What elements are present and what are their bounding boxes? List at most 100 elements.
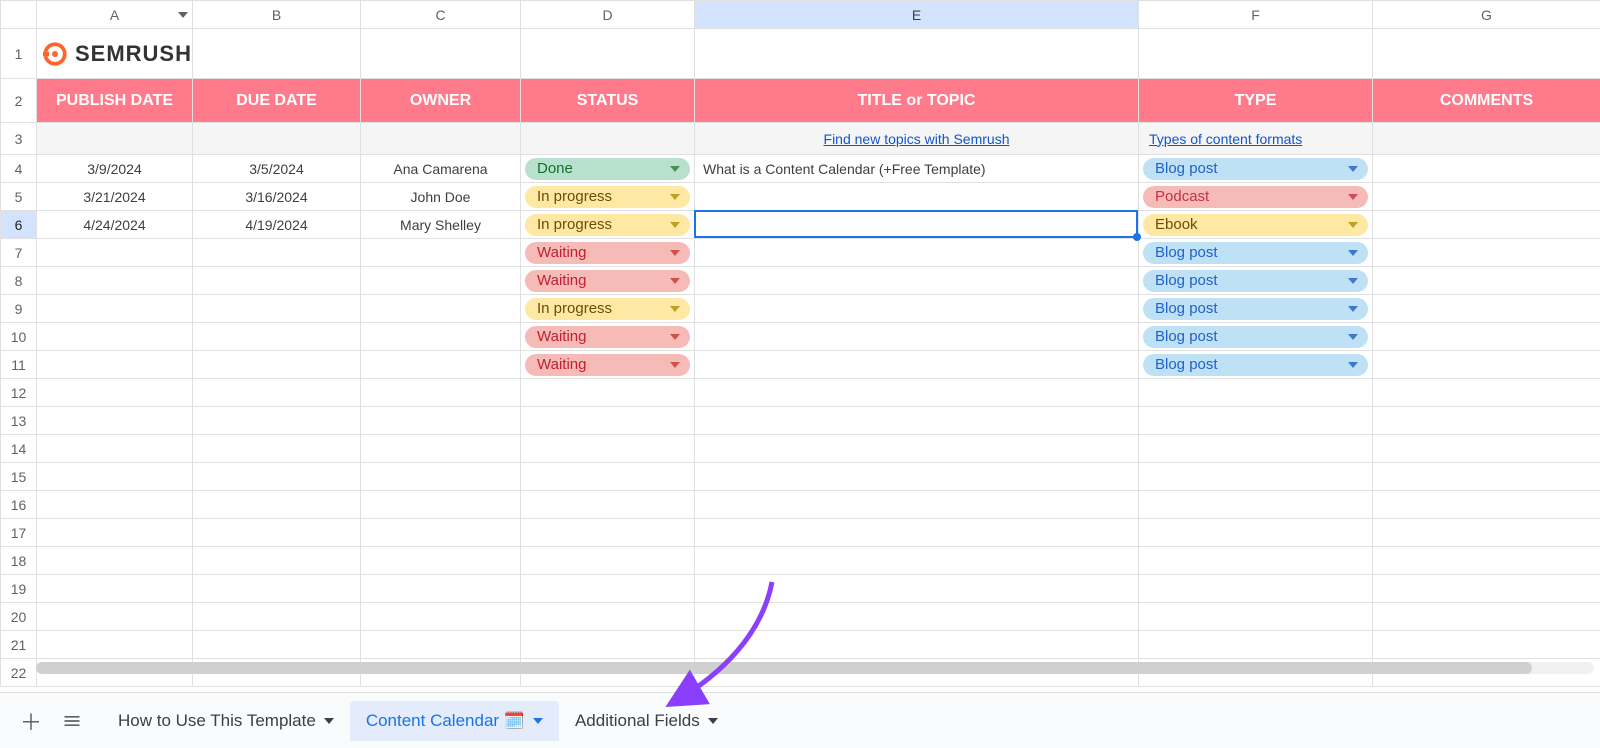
horizontal-scrollbar-track[interactable] [36, 662, 1594, 674]
cell-G16[interactable] [1373, 491, 1600, 519]
cell-C14[interactable] [361, 435, 521, 463]
add-sheet-button[interactable]: ＋ [10, 699, 52, 743]
cell-G19[interactable] [1373, 575, 1600, 603]
row-header-7[interactable]: 7 [1, 239, 37, 267]
column-dropdown-icon[interactable] [178, 12, 188, 18]
cell-C7[interactable] [361, 239, 521, 267]
cell-E1[interactable] [695, 29, 1139, 79]
cell-G11[interactable] [1373, 351, 1600, 379]
column-header-a[interactable]: A [37, 1, 193, 29]
cell-E17[interactable] [695, 519, 1139, 547]
cell-A11[interactable] [37, 351, 193, 379]
header-type[interactable]: TYPE [1139, 79, 1373, 123]
type-chip[interactable]: Podcast [1143, 186, 1368, 208]
cell-F7[interactable]: Blog post [1139, 239, 1373, 267]
cell-F14[interactable] [1139, 435, 1373, 463]
cell-A7[interactable] [37, 239, 193, 267]
cell-F8[interactable]: Blog post [1139, 267, 1373, 295]
type-chip[interactable]: Blog post [1143, 158, 1368, 180]
cell-G17[interactable] [1373, 519, 1600, 547]
column-header-c[interactable]: C [361, 1, 521, 29]
cell-D15[interactable] [521, 463, 695, 491]
cell-B5[interactable]: 3/16/2024 [193, 183, 361, 211]
cell-A13[interactable] [37, 407, 193, 435]
cell-G5[interactable] [1373, 183, 1600, 211]
cell-B13[interactable] [193, 407, 361, 435]
header-comments[interactable]: COMMENTS [1373, 79, 1600, 123]
cell-B1[interactable] [193, 29, 361, 79]
cell-C12[interactable] [361, 379, 521, 407]
cell-C13[interactable] [361, 407, 521, 435]
cell-F16[interactable] [1139, 491, 1373, 519]
row-header-17[interactable]: 17 [1, 519, 37, 547]
row-header-20[interactable]: 20 [1, 603, 37, 631]
cell-D10[interactable]: Waiting [521, 323, 695, 351]
cell-F4[interactable]: Blog post [1139, 155, 1373, 183]
cell-D19[interactable] [521, 575, 695, 603]
cell-G21[interactable] [1373, 631, 1600, 659]
header-due-date[interactable]: DUE DATE [193, 79, 361, 123]
cell-E20[interactable] [695, 603, 1139, 631]
row-header-12[interactable]: 12 [1, 379, 37, 407]
cell-G7[interactable] [1373, 239, 1600, 267]
cell-D13[interactable] [521, 407, 695, 435]
cell-F11[interactable]: Blog post [1139, 351, 1373, 379]
cell-C5[interactable]: John Doe [361, 183, 521, 211]
cell-D16[interactable] [521, 491, 695, 519]
row-header-6[interactable]: 6 [1, 211, 37, 239]
cell-D3[interactable] [521, 123, 695, 155]
cell-B8[interactable] [193, 267, 361, 295]
status-chip[interactable]: Waiting [525, 270, 690, 292]
cell-D18[interactable] [521, 547, 695, 575]
cell-E19[interactable] [695, 575, 1139, 603]
row-header-19[interactable]: 19 [1, 575, 37, 603]
cell-C6[interactable]: Mary Shelley [361, 211, 521, 239]
cell-A6[interactable]: 4/24/2024 [37, 211, 193, 239]
cell-A15[interactable] [37, 463, 193, 491]
cell-F15[interactable] [1139, 463, 1373, 491]
horizontal-scrollbar-thumb[interactable] [36, 662, 1532, 674]
cell-E9[interactable] [695, 295, 1139, 323]
cell-B21[interactable] [193, 631, 361, 659]
cell-B7[interactable] [193, 239, 361, 267]
row-header-10[interactable]: 10 [1, 323, 37, 351]
all-sheets-button[interactable] [52, 705, 92, 737]
cell-D14[interactable] [521, 435, 695, 463]
cell-E21[interactable] [695, 631, 1139, 659]
tab-how-to-use[interactable]: How to Use This Template [102, 701, 350, 741]
cell-G1[interactable] [1373, 29, 1600, 79]
row-header-1[interactable]: 1 [1, 29, 37, 79]
status-chip[interactable]: Done [525, 158, 690, 180]
cell-B17[interactable] [193, 519, 361, 547]
cell-C10[interactable] [361, 323, 521, 351]
link-content-formats[interactable]: Types of content formats [1139, 123, 1373, 155]
cell-B9[interactable] [193, 295, 361, 323]
cell-A19[interactable] [37, 575, 193, 603]
tab-additional-fields[interactable]: Additional Fields [559, 701, 734, 741]
type-chip[interactable]: Blog post [1143, 326, 1368, 348]
tab-content-calendar[interactable]: Content Calendar 🗓️ [350, 701, 559, 741]
row-header-9[interactable]: 9 [1, 295, 37, 323]
column-header-e[interactable]: E [695, 1, 1139, 29]
cell-G4[interactable] [1373, 155, 1600, 183]
cell-G6[interactable] [1373, 211, 1600, 239]
cell-A14[interactable] [37, 435, 193, 463]
header-title[interactable]: TITLE or TOPIC [695, 79, 1139, 123]
cell-C15[interactable] [361, 463, 521, 491]
column-header-b[interactable]: B [193, 1, 361, 29]
cell-G12[interactable] [1373, 379, 1600, 407]
cell-D17[interactable] [521, 519, 695, 547]
cell-F12[interactable] [1139, 379, 1373, 407]
cell-A9[interactable] [37, 295, 193, 323]
cell-A20[interactable] [37, 603, 193, 631]
cell-G13[interactable] [1373, 407, 1600, 435]
status-chip[interactable]: Waiting [525, 354, 690, 376]
cell-G8[interactable] [1373, 267, 1600, 295]
select-all-corner[interactable] [1, 1, 37, 29]
row-header-21[interactable]: 21 [1, 631, 37, 659]
cell-E5[interactable] [695, 183, 1139, 211]
link-find-topics[interactable]: Find new topics with Semrush [695, 123, 1139, 155]
cell-D4[interactable]: Done [521, 155, 695, 183]
cell-A1[interactable]: SEMRUSH [37, 29, 193, 79]
cell-C9[interactable] [361, 295, 521, 323]
